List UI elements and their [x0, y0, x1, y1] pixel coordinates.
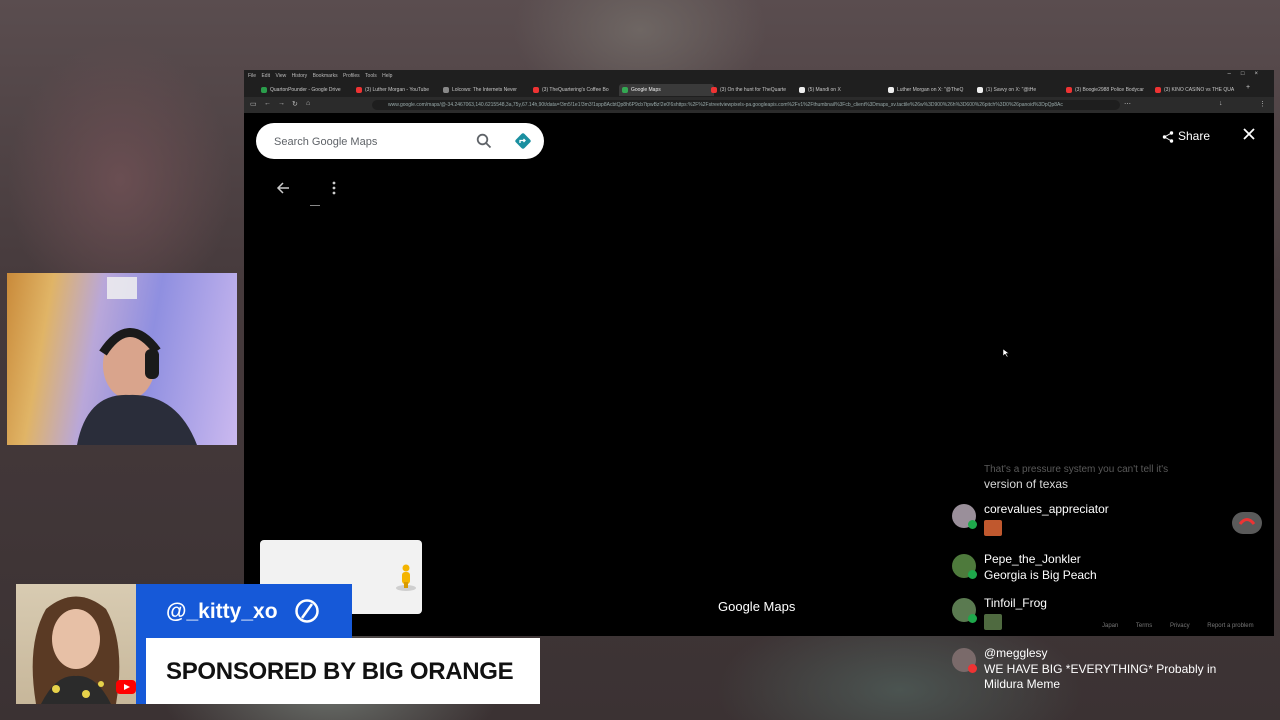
youtube-icon [1066, 87, 1072, 93]
chat-author: Pepe_the_Jonkler [984, 552, 1081, 566]
menu-bookmarks[interactable]: Bookmarks [313, 73, 338, 79]
menu-history[interactable]: History [292, 73, 308, 79]
directions-icon[interactable] [514, 132, 532, 150]
chat-faded-text: version of texas [984, 477, 1069, 491]
tab-label: (3) KINO CASINO vs THE QUA [1164, 87, 1235, 93]
x-icon [799, 87, 805, 93]
tab[interactable]: (3) KINO CASINO vs THE QUA [1152, 84, 1242, 96]
tab[interactable]: (3) TheQuartering's Coffee Bo [530, 84, 625, 96]
tab[interactable]: (3) Luther Morgan - YouTube [353, 84, 448, 96]
chat-text: WE HAVE BIG *EVERYTHING* Probably in Mil… [984, 662, 1217, 691]
tab-label: Lolcows: The Internets Never [452, 87, 517, 93]
youtube-icon [356, 87, 362, 93]
menu-view[interactable]: View [275, 73, 286, 79]
tab[interactable]: (3) Boogie2988 Police Bodycar [1063, 84, 1158, 96]
menu-edit[interactable]: Edit [261, 73, 270, 79]
tab-label: (5) Mandi on X [808, 87, 841, 93]
tab-google-maps[interactable]: Google Maps [619, 84, 714, 96]
tab-label: (3) On the hunt for TheQuarte [720, 87, 787, 93]
chat-author: Tinfoil_Frog [984, 596, 1047, 610]
back-arrow-icon[interactable] [276, 181, 290, 195]
tab[interactable]: Lolcows: The Internets Never [440, 84, 535, 96]
share-button[interactable]: Share [1162, 129, 1210, 143]
maps-icon [622, 87, 628, 93]
forward-nav-icon[interactable]: → [278, 100, 285, 107]
loading-indicator [310, 205, 320, 206]
chat-text: Georgia is Big Peach [984, 568, 1097, 582]
emote-icon [984, 520, 1002, 536]
youtube-badge-icon [968, 664, 977, 673]
reaction-icon [1232, 512, 1262, 534]
youtube-icon [533, 87, 539, 93]
x-icon [977, 87, 983, 93]
reload-icon[interactable]: ↻ [292, 100, 298, 108]
tab[interactable]: QuartonPounder - Google Drive [258, 84, 353, 96]
window-controls[interactable]: –□× [1228, 71, 1268, 77]
menu-help[interactable]: Help [382, 73, 392, 79]
google-maps-logo: Google Maps [718, 599, 796, 614]
streamer-figure [77, 277, 197, 445]
prohibited-icon [295, 599, 319, 623]
mouse-pointer-icon [1003, 349, 1009, 357]
tab[interactable]: (1) Savvy on X: "@tHe [974, 84, 1069, 96]
menu-profiles[interactable]: Profiles [343, 73, 360, 79]
page-icon [443, 87, 449, 93]
search-input[interactable] [272, 123, 476, 161]
close-icon[interactable] [1242, 127, 1256, 141]
drive-icon [261, 87, 267, 93]
chat-author: @megglesy [984, 646, 1048, 660]
tab-label: (3) Luther Morgan - YouTube [365, 87, 430, 93]
extensions-icon[interactable]: ⋯ [1124, 100, 1131, 108]
youtube-icon [1155, 87, 1161, 93]
tab-label: Luther Morgan on X: "@TheQ [897, 87, 964, 93]
sponsor-text: SPONSORED BY BIG ORANGE [166, 658, 514, 685]
new-tab-icon[interactable]: + [1246, 84, 1250, 91]
download-icon[interactable]: ↓ [1219, 100, 1223, 107]
pegman-icon[interactable] [394, 562, 418, 592]
tab-label: (1) Savvy on X: "@tHe [986, 87, 1037, 93]
youtube-icon [116, 680, 136, 694]
tab-label: Google Maps [631, 87, 661, 93]
search-icon[interactable] [476, 133, 492, 149]
tab[interactable]: (3) On the hunt for TheQuarte [708, 84, 803, 96]
tab-strip: QuartonPounder - Google Drive (3) Luther… [244, 83, 1274, 97]
username-banner: @_kitty_xo [136, 584, 352, 638]
tab[interactable]: Luther Morgan on X: "@TheQ [885, 84, 980, 96]
sidebar-icon[interactable]: ▭ [250, 100, 257, 108]
more-options-icon[interactable] [330, 179, 338, 197]
tab-label: (3) TheQuartering's Coffee Bo [542, 87, 609, 93]
member-badge-icon [968, 520, 977, 529]
emote-icon [984, 614, 1002, 630]
menu-file[interactable]: File [248, 73, 256, 79]
member-badge-icon [968, 614, 977, 623]
chat-previous-message: That's a pressure system you can't tell … [984, 462, 1244, 492]
maps-search-box[interactable] [256, 123, 544, 161]
address-bar: ▭ ← → ↻ ⌂ www.google.com/maps/@-34.24670… [244, 97, 1274, 113]
menu-bar: File Edit View History Bookmarks Profile… [244, 70, 1274, 83]
chat-faded-line: That's a pressure system you can't tell … [984, 464, 1169, 475]
username-label: @_kitty_xo [166, 600, 278, 623]
share-label: Share [1178, 129, 1211, 143]
tab[interactable]: (5) Mandi on X [796, 84, 891, 96]
tab-label: QuartonPounder - Google Drive [270, 87, 341, 93]
chat-overlay: That's a pressure system you can't tell … [944, 458, 1274, 706]
sponsor-banner: SPONSORED BY BIG ORANGE [146, 638, 540, 704]
x-icon [888, 87, 894, 93]
tab-label: (3) Boogie2988 Police Bodycar [1075, 87, 1144, 93]
streamer-webcam [7, 273, 237, 445]
url-field[interactable]: www.google.com/maps/@-34.2467063,140.621… [372, 100, 1120, 110]
member-badge-icon [968, 570, 977, 579]
share-icon [1162, 131, 1174, 143]
menu-tools[interactable]: Tools [365, 73, 377, 79]
back-nav-icon[interactable]: ← [264, 100, 271, 107]
chat-author: corevalues_appreciator [984, 502, 1109, 516]
browser-menu-icon[interactable]: ⋮ [1259, 100, 1266, 108]
home-icon[interactable]: ⌂ [306, 100, 310, 107]
banner-accent [136, 638, 146, 704]
youtube-icon [711, 87, 717, 93]
